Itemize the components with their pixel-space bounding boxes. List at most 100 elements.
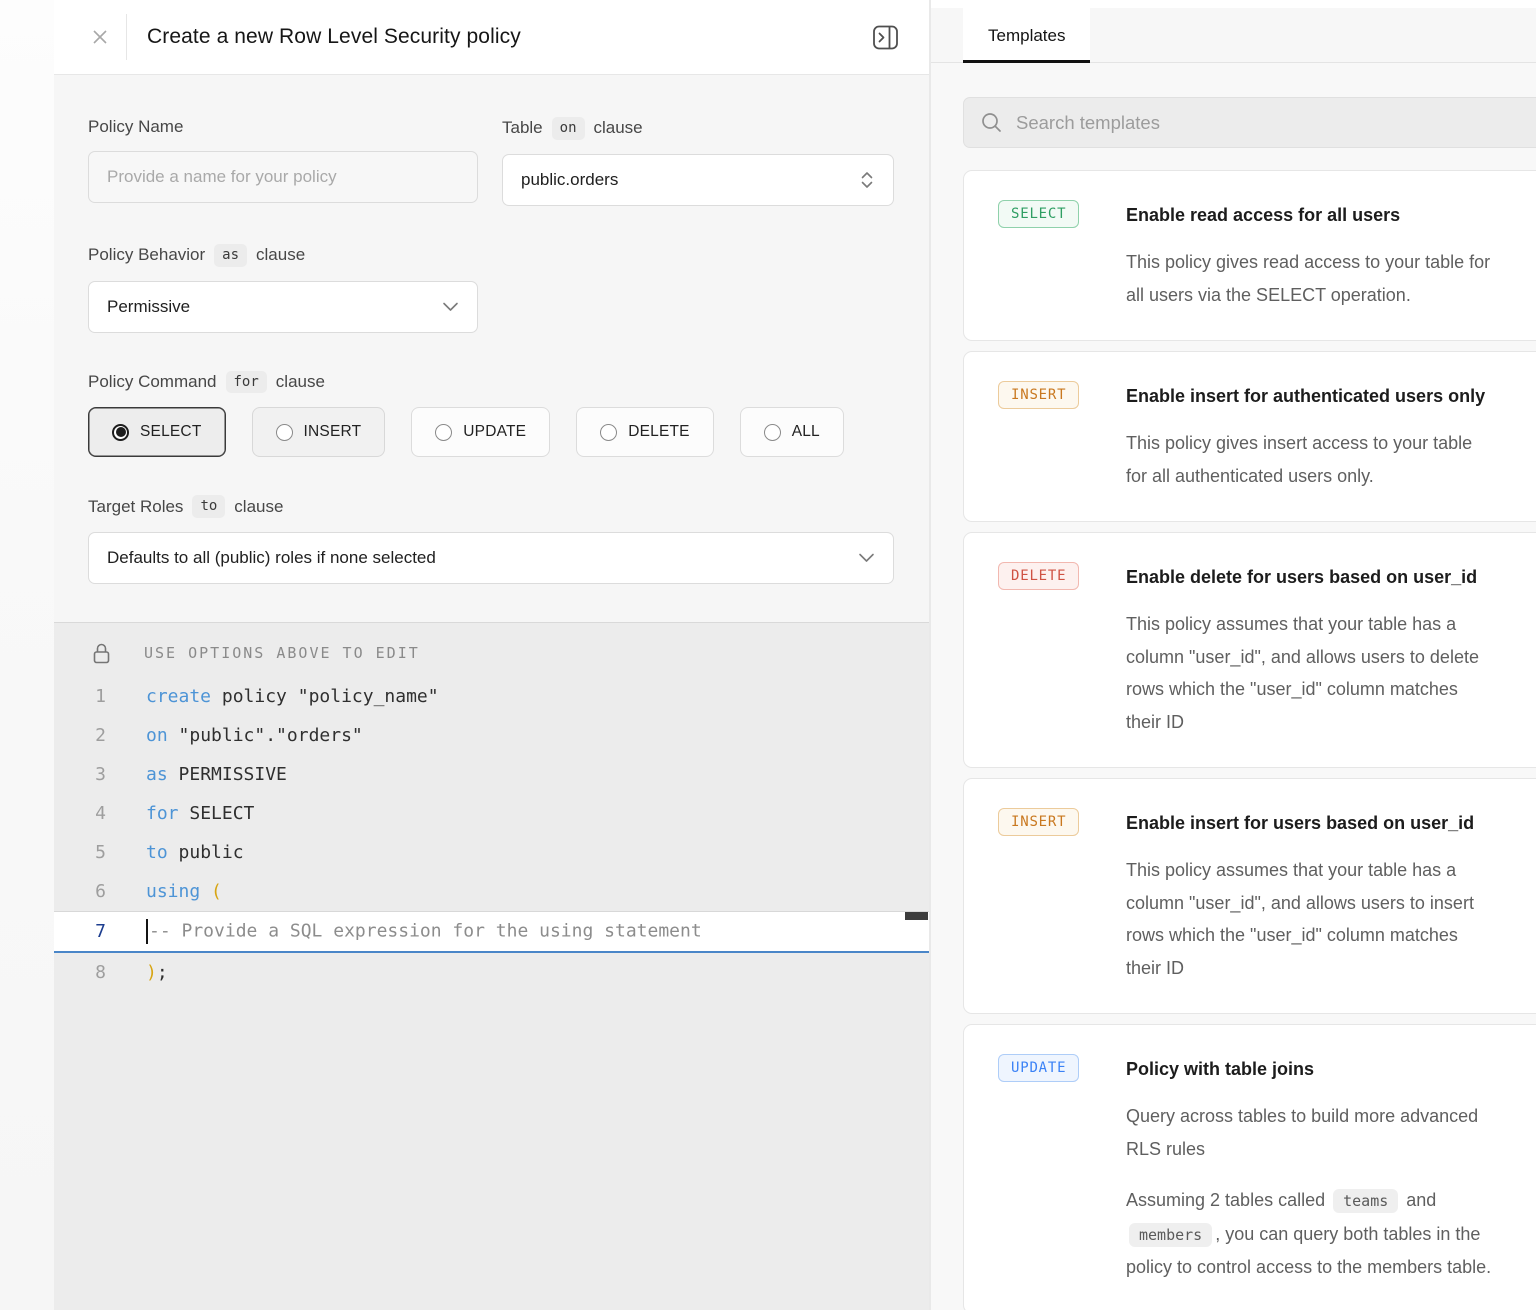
radio-delete[interactable]: DELETE bbox=[576, 407, 714, 457]
editor-locked-note: USE OPTIONS ABOVE TO EDIT bbox=[54, 639, 929, 667]
card-description-line: This policy gives read access to your ta… bbox=[1126, 246, 1536, 279]
card-description-line: column "user_id", and allows users to de… bbox=[1126, 641, 1536, 674]
card-description-line: This policy gives insert access to your … bbox=[1126, 427, 1536, 460]
radio-label: ALL bbox=[792, 423, 820, 441]
command-badge: UPDATE bbox=[998, 1054, 1079, 1082]
search-icon bbox=[980, 111, 1003, 134]
editor-line-3: 3as PERMISSIVE bbox=[54, 755, 929, 794]
header-divider bbox=[126, 14, 127, 60]
card-description-line: This policy assumes that your table has … bbox=[1126, 608, 1536, 641]
radio-circle-icon bbox=[600, 424, 617, 441]
card-content: Enable insert for authenticated users on… bbox=[1126, 381, 1536, 492]
dialog-title: Create a new Row Level Security policy bbox=[147, 25, 872, 49]
card-description-line: policy to control access to the members … bbox=[1126, 1251, 1536, 1284]
card-description-line: for all authenticated users only. bbox=[1126, 460, 1536, 493]
line-content: -- Provide a SQL expression for the usin… bbox=[146, 919, 702, 944]
card-description-line: their ID bbox=[1126, 706, 1536, 739]
card-description-line: RLS rules bbox=[1126, 1133, 1536, 1166]
line-number: 8 bbox=[54, 962, 146, 983]
radio-label: DELETE bbox=[628, 423, 690, 441]
line-content: to public bbox=[146, 842, 244, 863]
behavior-label: Policy Behavior as clause bbox=[88, 244, 478, 267]
radio-update[interactable]: UPDATE bbox=[411, 407, 550, 457]
templates-panel: Templates SELECT Enable read access for a… bbox=[930, 0, 1536, 1310]
chevron-down-icon bbox=[442, 302, 459, 312]
radio-select[interactable]: SELECT bbox=[88, 407, 226, 457]
behavior-field: Policy Behavior as clause Permissive bbox=[88, 244, 478, 333]
command-badge: INSERT bbox=[998, 808, 1079, 836]
card-description-line: rows which the "user_id" column matches bbox=[1126, 919, 1536, 952]
description-text: This policy gives insert access to your … bbox=[1126, 433, 1472, 453]
command-field: Policy Command for clause SELECT INSERT UP… bbox=[88, 371, 894, 458]
template-card-3[interactable]: DELETE Enable delete for users based on u… bbox=[963, 532, 1536, 768]
on-keyword-pill: on bbox=[552, 117, 585, 140]
inline-code-pill: teams bbox=[1333, 1189, 1398, 1213]
token-plain: SELECT bbox=[179, 803, 255, 824]
template-cards-list: SELECT Enable read access for all users Th… bbox=[931, 148, 1536, 1310]
radio-all[interactable]: ALL bbox=[740, 407, 844, 457]
card-content: Enable delete for users based on user_id… bbox=[1126, 562, 1536, 738]
search-templates-input[interactable] bbox=[1016, 112, 1536, 134]
line-number: 1 bbox=[54, 686, 146, 707]
template-card-4[interactable]: INSERT Enable insert for users based on u… bbox=[963, 778, 1536, 1014]
token-plain: public bbox=[168, 842, 244, 863]
card-description-paragraph: Assuming 2 tables called teams andmember… bbox=[1126, 1184, 1536, 1284]
line-content: for SELECT bbox=[146, 803, 254, 824]
toggle-templates-panel-button[interactable] bbox=[872, 24, 899, 51]
description-text: for all authenticated users only. bbox=[1126, 466, 1374, 486]
tab-templates[interactable]: Templates bbox=[963, 8, 1090, 63]
radio-label: SELECT bbox=[140, 423, 202, 441]
template-card-5[interactable]: UPDATEPolicy with table joinsQuery acros… bbox=[963, 1024, 1536, 1310]
command-badge: SELECT bbox=[998, 200, 1079, 228]
card-title: Enable delete for users based on user_id bbox=[1126, 565, 1536, 589]
line-number: 7 bbox=[54, 921, 146, 942]
inline-code-pill: members bbox=[1129, 1223, 1212, 1247]
editor-overview-cursor-marker bbox=[905, 912, 928, 920]
for-keyword-pill: for bbox=[226, 371, 267, 394]
policy-name-input[interactable] bbox=[88, 151, 478, 203]
behavior-select[interactable]: Permissive bbox=[88, 281, 478, 333]
description-text: column "user_id", and allows users to de… bbox=[1126, 647, 1479, 667]
policy-name-field: Policy Name bbox=[88, 117, 478, 206]
card-title: Enable insert for authenticated users on… bbox=[1126, 384, 1536, 408]
to-keyword-pill: to bbox=[192, 495, 225, 518]
card-description-line: their ID bbox=[1126, 952, 1536, 985]
text-cursor bbox=[146, 919, 148, 944]
command-badge: DELETE bbox=[998, 562, 1079, 590]
card-title: Enable insert for users based on user_id bbox=[1126, 811, 1536, 835]
card-title: Enable read access for all users bbox=[1126, 203, 1536, 227]
token-plain: policy "policy_name" bbox=[211, 686, 439, 707]
token-plain: PERMISSIVE bbox=[168, 764, 287, 785]
panel-right-icon bbox=[872, 24, 899, 51]
card-description-paragraph: This policy assumes that your table has … bbox=[1126, 608, 1536, 738]
chevrons-up-down-icon bbox=[859, 170, 875, 190]
template-card-1[interactable]: SELECT Enable read access for all users Th… bbox=[963, 170, 1536, 341]
token-keyword: to bbox=[146, 842, 168, 863]
description-text: all users via the SELECT operation. bbox=[1126, 285, 1411, 305]
template-card-2[interactable]: INSERTEnable insert for authenticated us… bbox=[963, 351, 1536, 522]
close-button[interactable] bbox=[88, 25, 112, 49]
token-plain: ; bbox=[157, 962, 168, 983]
radio-label: INSERT bbox=[304, 423, 362, 441]
command-radio-group: SELECT INSERT UPDATE DELETE ALL bbox=[88, 407, 894, 457]
line-number: 5 bbox=[54, 842, 146, 863]
token-plain bbox=[200, 881, 211, 902]
card-description-paragraph: This policy gives insert access to your … bbox=[1126, 427, 1536, 492]
token-keyword: for bbox=[146, 803, 179, 824]
editor-line-5: 5to public bbox=[54, 833, 929, 872]
card-description-line: Query across tables to build more advanc… bbox=[1126, 1100, 1536, 1133]
token-keyword: create bbox=[146, 686, 211, 707]
description-text: their ID bbox=[1126, 958, 1184, 978]
table-select[interactable]: public.orders bbox=[502, 154, 894, 206]
lock-icon bbox=[92, 642, 111, 665]
token-keyword: as bbox=[146, 764, 168, 785]
command-label: Policy Command for clause bbox=[88, 371, 894, 394]
radio-insert[interactable]: INSERT bbox=[252, 407, 386, 457]
token-paren: ) bbox=[146, 962, 157, 983]
roles-select[interactable]: Defaults to all (public) roles if none s… bbox=[88, 532, 894, 584]
policy-form: Policy Name Table on clause public.order… bbox=[54, 75, 929, 622]
roles-field: Target Roles to clause Defaults to all (… bbox=[88, 495, 894, 584]
editor-line-7: 7-- Provide a SQL expression for the usi… bbox=[54, 911, 929, 953]
sql-preview-editor[interactable]: USE OPTIONS ABOVE TO EDIT 1create policy… bbox=[54, 622, 929, 1310]
token-paren: ( bbox=[211, 881, 222, 902]
